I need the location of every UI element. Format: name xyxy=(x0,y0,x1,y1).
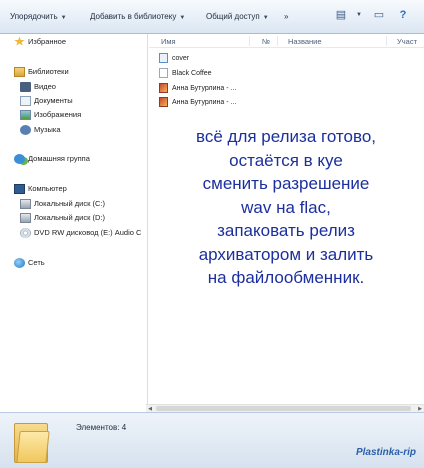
nav-item-label: Сеть xyxy=(28,258,45,267)
computer-icon xyxy=(14,183,25,194)
library-icon xyxy=(14,66,25,77)
organize-menu[interactable]: Упорядочить ▼ xyxy=(10,12,67,21)
video-icon xyxy=(20,81,31,92)
column-divider[interactable] xyxy=(277,36,278,46)
nav-item-dvd[interactable]: DVD RW дисковод (E:) Audio C xyxy=(20,226,148,239)
column-header-number[interactable]: № xyxy=(262,37,270,46)
column-header-title[interactable]: Название xyxy=(288,37,322,46)
more-label: » xyxy=(284,12,289,21)
nav-item-label: Изображения xyxy=(34,110,82,119)
nav-item-network[interactable]: Сеть xyxy=(14,256,45,269)
file-name: cover xyxy=(172,54,190,62)
folder-icon xyxy=(14,421,50,463)
details-pane: Элементов: 4 Plastinka-rip xyxy=(0,412,424,468)
item-count: Элементов: 4 xyxy=(76,423,127,432)
star-icon xyxy=(14,36,25,46)
nav-item-label: Домашняя группа xyxy=(28,154,90,163)
nav-item-images[interactable]: Изображения xyxy=(20,108,81,121)
caption-line: на файлообменник. xyxy=(207,268,365,287)
image-icon xyxy=(20,109,31,120)
more-commands-button[interactable]: » xyxy=(284,12,288,21)
nav-item-label: Библиотеки xyxy=(28,67,69,76)
document-icon xyxy=(20,95,31,106)
nav-item-favorites[interactable]: Избранное xyxy=(14,35,66,48)
help-icon[interactable]: ? xyxy=(396,8,410,22)
nav-item-label: Локальный диск (C:) xyxy=(34,199,105,208)
watermark: Plastinka-rip xyxy=(355,447,416,458)
share-label: Общий доступ xyxy=(206,12,260,21)
list-item[interactable]: Black Coffee xyxy=(159,67,212,79)
list-item[interactable]: cover xyxy=(159,52,189,64)
dvd-icon xyxy=(20,227,31,238)
nav-item-label: Видео xyxy=(34,82,56,91)
preview-pane-icon[interactable]: ▭ xyxy=(372,8,386,22)
navigation-pane: Избранное Библиотеки Видео Документы Изо… xyxy=(0,34,148,410)
hard-disk-icon xyxy=(20,212,31,223)
nav-item-disk-c[interactable]: Локальный диск (C:) xyxy=(20,197,105,210)
column-divider[interactable] xyxy=(249,36,250,46)
nav-item-documents[interactable]: Документы xyxy=(20,94,73,107)
caption-line: wav на flac, xyxy=(241,197,331,217)
nav-item-music[interactable]: Музыка xyxy=(20,123,61,136)
scrollbar-thumb[interactable] xyxy=(156,406,411,411)
music-icon xyxy=(20,124,31,135)
column-header-row: Имя № Название Участ xyxy=(149,34,424,48)
column-header-name[interactable]: Имя xyxy=(161,37,176,46)
caption-line: запаковать релиз xyxy=(217,221,355,240)
column-header-artist[interactable]: Участ xyxy=(397,37,417,46)
file-name: Анна Бутурлина - ... xyxy=(172,84,237,92)
nav-item-video[interactable]: Видео xyxy=(20,80,56,93)
nav-item-label: Избранное xyxy=(28,37,67,46)
caption-line: остаётся в куе xyxy=(229,150,343,170)
file-name: Black Coffee xyxy=(172,69,212,77)
caption-line: сменить разрешение xyxy=(202,174,370,193)
add-to-library-menu[interactable]: Добавить в библиотеку ▼ xyxy=(90,12,185,21)
list-item[interactable]: Анна Бутурлина - ... xyxy=(159,82,236,94)
nav-item-label: Локальный диск (D:) xyxy=(34,213,105,222)
nav-item-disk-d[interactable]: Локальный диск (D:) xyxy=(20,211,105,224)
chevron-down-icon: ▼ xyxy=(60,15,67,21)
chevron-down-icon: ▼ xyxy=(179,15,186,21)
add-to-library-label: Добавить в библиотеку xyxy=(90,12,177,21)
hard-disk-icon xyxy=(20,198,31,209)
organize-label: Упорядочить xyxy=(10,12,58,21)
network-icon xyxy=(14,257,25,268)
nav-item-computer[interactable]: Компьютер xyxy=(14,182,67,195)
nav-item-homegroup[interactable]: Домашняя группа xyxy=(14,152,90,165)
view-options-icon[interactable]: ▤ xyxy=(334,8,348,22)
nav-item-label: Компьютер xyxy=(28,184,67,193)
caption-line: всё для релиза готово, xyxy=(196,127,376,146)
chevron-down-icon: ▼ xyxy=(262,15,269,21)
nav-item-label: DVD RW дисковод (E:) Audio C xyxy=(34,228,142,237)
column-divider[interactable] xyxy=(386,36,387,46)
caption-line: архиватором и залить xyxy=(198,244,374,264)
annotation-caption: всё для релиза готово, остаётся в куе см… xyxy=(162,125,410,290)
audio-file-icon xyxy=(159,83,168,93)
image-file-icon xyxy=(159,53,168,63)
share-menu[interactable]: Общий доступ ▼ xyxy=(206,12,269,21)
file-name: Анна Бутурлина - ... xyxy=(172,98,237,106)
list-item[interactable]: Анна Бутурлина - ... xyxy=(159,96,236,108)
nav-item-libraries[interactable]: Библиотеки xyxy=(14,65,69,78)
command-bar: Упорядочить ▼ Добавить в библиотеку ▼ Общи… xyxy=(0,0,424,34)
nav-item-label: Музыка xyxy=(34,125,61,134)
text-file-icon xyxy=(159,68,168,78)
horizontal-scrollbar[interactable]: ◀ ▶ xyxy=(146,404,424,412)
nav-item-label: Документы xyxy=(34,96,73,105)
audio-file-icon xyxy=(159,97,168,107)
homegroup-icon xyxy=(14,153,25,164)
chevron-down-icon[interactable]: ▼ xyxy=(352,8,366,22)
